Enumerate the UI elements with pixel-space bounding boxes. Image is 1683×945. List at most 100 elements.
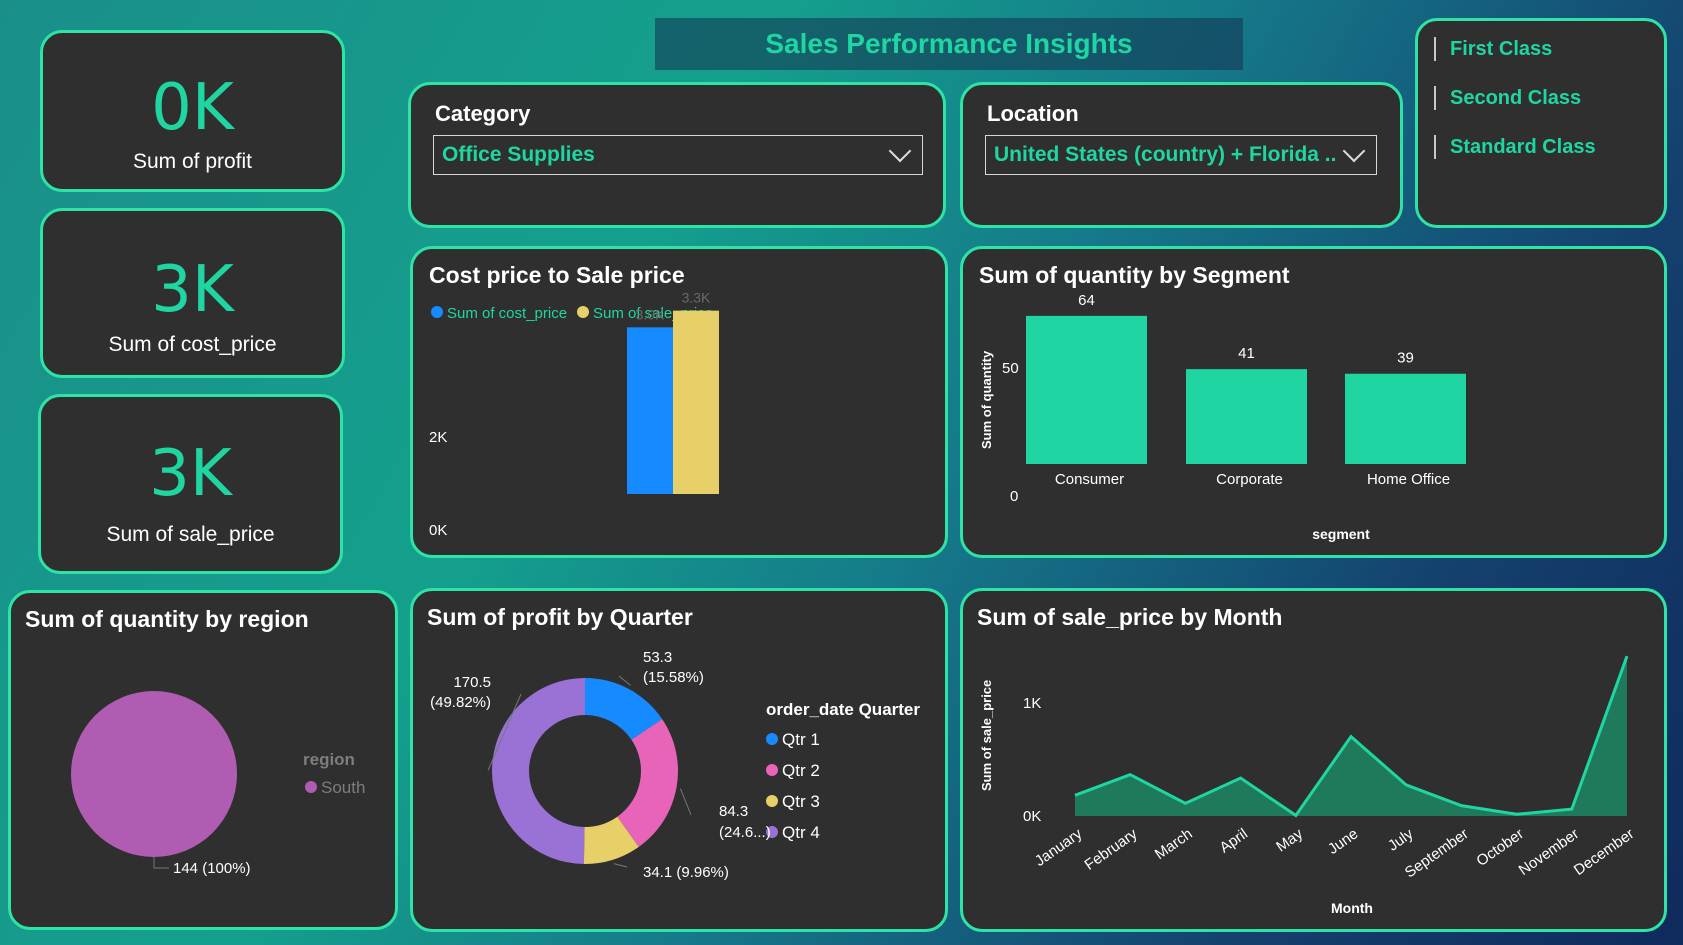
legend-item: Qtr 2 xyxy=(782,761,820,780)
data-label: 34.1 (9.96%) xyxy=(643,864,729,881)
kpi-label: Sum of cost_price xyxy=(108,333,277,356)
legend-marker xyxy=(766,795,778,807)
kpi-value: 3K xyxy=(149,437,232,511)
x-tick-label: June xyxy=(1325,825,1361,858)
legend-title: order_date Quarter xyxy=(766,700,920,719)
slicer-title: Category xyxy=(435,101,531,126)
ship-mode-item[interactable]: First Class xyxy=(1434,37,1552,61)
x-tick-label: Consumer xyxy=(1055,471,1124,488)
bar xyxy=(1186,369,1307,464)
chart-title: Sum of sale_price by Month xyxy=(977,604,1282,630)
y-tick-label: 50 xyxy=(1002,360,1019,377)
donut-slice xyxy=(492,678,585,864)
y-tick-label: 0 xyxy=(1010,488,1018,505)
bar xyxy=(673,310,719,494)
y-axis-label: Sum of sale_price xyxy=(979,680,994,791)
legend-marker xyxy=(577,306,589,318)
page-title: Sales Performance Insights xyxy=(655,18,1243,70)
kpi-card-sale-price: 3K Sum of sale_price xyxy=(38,394,343,574)
y-axis-label: Sum of quantity xyxy=(979,350,994,449)
month-chart-card: Sum of sale_price by Month Sum of sale_p… xyxy=(960,588,1667,932)
chevron-down-icon xyxy=(1342,139,1366,163)
y-tick-label: 2K xyxy=(429,429,447,446)
chart-title: Cost price to Sale price xyxy=(429,262,685,288)
legend-item: Qtr 3 xyxy=(782,792,820,811)
kpi-label: Sum of profit xyxy=(132,150,253,173)
slicer-title: Location xyxy=(987,101,1079,126)
cost-sale-chart: Cost price to Sale price Sum of cost_pri… xyxy=(429,262,719,539)
x-tick-label: December xyxy=(1571,825,1637,879)
quarter-chart: Sum of profit by Quarter order_date Quar… xyxy=(427,604,920,881)
x-tick-label: November xyxy=(1516,825,1582,879)
region-chart-card: Sum of quantity by region region South 1… xyxy=(8,590,398,930)
y-tick-label: 0K xyxy=(1023,808,1041,825)
x-tick-label: July xyxy=(1385,825,1417,855)
cost-sale-chart-card: Cost price to Sale price Sum of cost_pri… xyxy=(410,246,948,558)
legend-item: Qtr 4 xyxy=(782,823,820,842)
data-label: 3.3K xyxy=(682,290,711,306)
legend-item: Sum of cost_price xyxy=(447,305,567,322)
data-label: (24.6...) xyxy=(719,824,771,841)
chevron-down-icon xyxy=(888,139,912,163)
legend-item: Qtr 1 xyxy=(782,730,820,749)
x-tick-label: May xyxy=(1273,825,1306,855)
chart-title: Sum of quantity by Segment xyxy=(979,262,1290,288)
bar xyxy=(1026,315,1147,464)
kpi-card-profit: 0K Sum of profit xyxy=(40,30,345,192)
location-slicer: Location United States (country) + Flori… xyxy=(960,82,1403,228)
category-dropdown[interactable]: Office Supplies xyxy=(433,135,923,175)
x-axis-label: segment xyxy=(1312,526,1370,542)
month-chart: Sum of sale_price by Month Sum of sale_p… xyxy=(977,604,1637,916)
data-label: 170.5 xyxy=(453,674,491,691)
leader-line xyxy=(679,788,692,816)
x-tick-label: April xyxy=(1217,825,1251,856)
x-tick-label: Corporate xyxy=(1216,471,1283,488)
legend-title: region xyxy=(303,750,355,769)
chart-title: Sum of quantity by region xyxy=(25,606,309,632)
dropdown-value: United States (country) + Florida ... xyxy=(994,143,1336,166)
dropdown-value: Office Supplies xyxy=(442,143,595,166)
data-label: 64 xyxy=(1078,292,1095,309)
region-chart: Sum of quantity by region region South 1… xyxy=(25,606,365,877)
ship-mode-slicer: First Class Second Class Standard Class xyxy=(1415,18,1667,228)
legend-marker xyxy=(766,764,778,776)
leader-line xyxy=(153,857,169,869)
quarter-chart-card: Sum of profit by Quarter order_date Quar… xyxy=(410,588,948,932)
kpi-value: 0K xyxy=(151,71,234,145)
data-label: 39 xyxy=(1397,350,1414,367)
leader-line xyxy=(613,863,628,868)
x-tick-label: Home Office xyxy=(1367,471,1450,488)
x-axis-label: Month xyxy=(1331,900,1373,916)
ship-mode-label: Second Class xyxy=(1450,86,1582,109)
donut-slice xyxy=(617,719,678,847)
ship-mode-label: First Class xyxy=(1450,37,1553,60)
bar xyxy=(627,327,673,494)
segment-chart: Sum of quantity by Segment Sum of quanti… xyxy=(979,262,1466,542)
leader-line xyxy=(618,675,631,686)
data-label: (49.82%) xyxy=(430,694,491,711)
data-label: 3.0K xyxy=(636,306,665,322)
kpi-value: 3K xyxy=(151,253,234,327)
data-label: (15.58%) xyxy=(643,669,704,686)
data-label: 144 (100%) xyxy=(173,860,251,877)
legend-marker xyxy=(305,781,317,793)
data-label: 53.3 xyxy=(643,649,672,666)
location-dropdown[interactable]: United States (country) + Florida ... xyxy=(985,135,1377,175)
data-label: 84.3 xyxy=(719,803,748,820)
segment-chart-card: Sum of quantity by Segment Sum of quanti… xyxy=(960,246,1667,558)
chart-title: Sum of profit by Quarter xyxy=(427,604,693,630)
ship-mode-item[interactable]: Second Class xyxy=(1434,86,1581,110)
ship-mode-label: Standard Class xyxy=(1450,135,1596,158)
bar xyxy=(1345,373,1466,464)
x-tick-label: March xyxy=(1152,825,1196,863)
data-label: 41 xyxy=(1238,345,1255,362)
category-slicer: Category Office Supplies xyxy=(408,82,946,228)
x-tick-label: January xyxy=(1032,825,1086,870)
pie-slice xyxy=(71,691,237,857)
kpi-card-cost-price: 3K Sum of cost_price xyxy=(40,208,345,378)
y-tick-label: 1K xyxy=(1023,695,1041,712)
x-tick-label: February xyxy=(1082,825,1141,874)
ship-mode-item[interactable]: Standard Class xyxy=(1434,135,1596,159)
legend-item: South xyxy=(321,778,365,797)
legend-marker xyxy=(431,306,443,318)
